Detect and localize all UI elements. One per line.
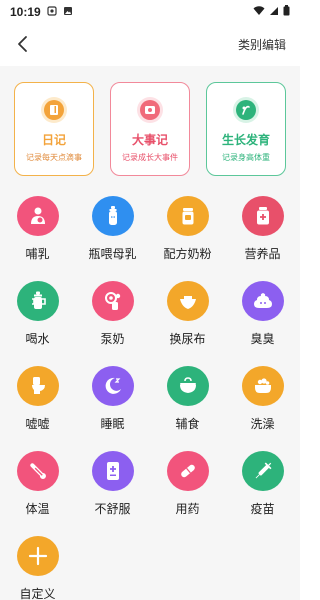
poop-icon <box>253 293 272 308</box>
category-label: 换尿布 <box>169 332 206 346</box>
category-label: 不舒服 <box>94 502 131 516</box>
category-water[interactable]: 喝水 <box>0 281 75 347</box>
category-grid: 哺乳 瓶喂母乳 配方奶粉 营养品 喝水 泵奶 换尿布 臭臭 嘘嘘 睡眠 辅食 洗… <box>0 196 300 600</box>
category-sleep[interactable]: 睡眠 <box>75 366 150 432</box>
record-cards: 日记 记录每天点滴事 大事记 记录成长大事件 生长发育 记录身高体重 <box>0 66 300 176</box>
category-label: 疫苗 <box>250 502 275 516</box>
category-label: 洗澡 <box>250 417 275 431</box>
category-custom[interactable]: 自定义 <box>0 536 75 600</box>
card-growth-title: 生长发育 <box>221 133 270 147</box>
category-label: 嘘嘘 <box>25 417 50 431</box>
category-bottle-breastmilk[interactable]: 瓶喂母乳 <box>75 196 150 262</box>
breastfeeding-icon <box>30 207 45 224</box>
category-pee[interactable]: 嘘嘘 <box>0 366 75 432</box>
category-label: 营养品 <box>244 247 281 261</box>
pill-icon <box>180 464 195 478</box>
category-breastfeeding[interactable]: 哺乳 <box>0 196 75 262</box>
category-edit-button[interactable]: 类别编辑 <box>238 36 286 53</box>
category-label: 体温 <box>25 502 50 516</box>
category-label: 瓶喂母乳 <box>88 247 137 261</box>
notification-icon <box>47 5 57 19</box>
category-label: 喝水 <box>25 332 50 346</box>
category-temperature[interactable]: 体温 <box>0 451 75 517</box>
category-label: 哺乳 <box>25 247 50 261</box>
card-diary-subtitle: 记录每天点滴事 <box>26 153 82 162</box>
category-pump[interactable]: 泵奶 <box>75 281 150 347</box>
back-button[interactable] <box>4 24 40 64</box>
medical-record-icon <box>106 462 119 480</box>
category-label: 自定义 <box>19 587 56 600</box>
card-milestones[interactable]: 大事记 记录成长大事件 <box>110 82 190 176</box>
category-formula[interactable]: 配方奶粉 <box>150 196 225 262</box>
status-bar: 10:19 <box>0 0 300 24</box>
food-bowl-icon <box>179 377 196 393</box>
toilet-icon <box>31 377 45 394</box>
signal-icon <box>269 5 279 19</box>
breast-pump-icon <box>104 292 120 310</box>
category-label: 配方奶粉 <box>163 247 212 261</box>
category-label: 臭臭 <box>250 332 275 346</box>
supplement-icon <box>256 207 269 225</box>
app-bar: 类别编辑 <box>0 24 300 64</box>
gallery-icon <box>63 5 73 19</box>
category-unwell[interactable]: 不舒服 <box>75 451 150 517</box>
growth-icon <box>233 97 259 123</box>
bathtub-icon <box>254 378 271 393</box>
card-growth-subtitle: 记录身高体重 <box>222 153 270 162</box>
category-supplements[interactable]: 营养品 <box>225 196 300 262</box>
plus-icon <box>28 546 47 566</box>
card-diary-title: 日记 <box>41 133 66 147</box>
category-poop[interactable]: 臭臭 <box>225 281 300 347</box>
chevron-left-icon <box>18 36 27 52</box>
category-diaper[interactable]: 换尿布 <box>150 281 225 347</box>
sippy-cup-icon <box>31 291 46 309</box>
card-diary[interactable]: 日记 记录每天点滴事 <box>14 82 94 176</box>
category-bath[interactable]: 洗澡 <box>225 366 300 432</box>
wifi-icon <box>253 5 265 19</box>
card-growth[interactable]: 生长发育 记录身高体重 <box>206 82 286 176</box>
content-area: 日记 记录每天点滴事 大事记 记录成长大事件 生长发育 记录身高体重 哺乳 瓶喂… <box>0 66 300 600</box>
battery-icon <box>283 5 290 19</box>
thermometer-icon <box>29 463 46 479</box>
event-camera-icon <box>137 97 163 123</box>
category-medication[interactable]: 用药 <box>150 451 225 517</box>
formula-can-icon <box>182 208 193 225</box>
diary-icon <box>41 97 67 123</box>
bottle-icon <box>108 206 117 225</box>
card-milestones-title: 大事记 <box>131 133 168 147</box>
category-label: 辅食 <box>175 417 200 431</box>
status-time: 10:19 <box>10 5 41 19</box>
diaper-icon <box>179 296 196 309</box>
category-vaccine[interactable]: 疫苗 <box>225 451 300 517</box>
syringe-icon <box>255 462 271 479</box>
category-label: 泵奶 <box>100 332 125 346</box>
category-solid-food[interactable]: 辅食 <box>150 366 225 432</box>
card-milestones-subtitle: 记录成长大事件 <box>122 153 178 162</box>
moon-icon <box>105 377 121 394</box>
category-label: 用药 <box>175 502 200 516</box>
category-label: 睡眠 <box>100 417 125 431</box>
